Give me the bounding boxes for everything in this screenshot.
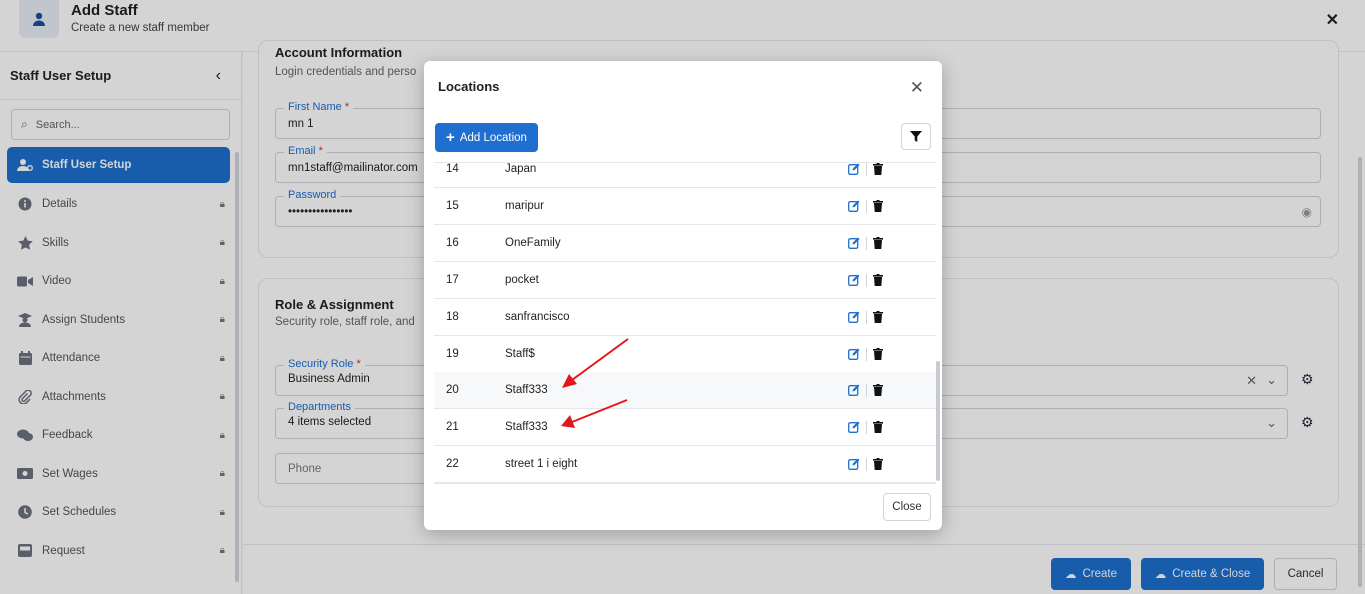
row-id: 17 xyxy=(446,274,459,286)
edit-icon[interactable] xyxy=(848,200,860,212)
trash-icon[interactable] xyxy=(873,421,883,433)
action-divider xyxy=(866,236,867,250)
trash-icon[interactable] xyxy=(873,458,883,470)
row-actions xyxy=(848,273,883,287)
action-divider xyxy=(866,163,867,176)
trash-icon[interactable] xyxy=(873,163,883,175)
row-actions xyxy=(848,199,883,213)
row-name: Staff333 xyxy=(505,384,548,396)
close-icon[interactable]: ✕ xyxy=(910,78,924,98)
row-id: 16 xyxy=(446,237,459,249)
edit-icon[interactable] xyxy=(848,384,860,396)
filter-button[interactable] xyxy=(901,123,931,150)
action-divider xyxy=(866,310,867,324)
table-row[interactable]: 16 OneFamily xyxy=(434,225,936,262)
action-divider xyxy=(866,273,867,287)
edit-icon[interactable] xyxy=(848,458,860,470)
table-row[interactable]: 21 Staff333 xyxy=(434,409,936,446)
row-name: sanfrancisco xyxy=(505,311,570,323)
trash-icon[interactable] xyxy=(873,384,883,396)
action-divider xyxy=(866,383,867,397)
table-row[interactable]: 17 pocket xyxy=(434,262,936,299)
edit-icon[interactable] xyxy=(848,274,860,286)
row-id: 19 xyxy=(446,348,459,360)
locations-modal: Locations ✕ + Add Location 14 Japan 15 m… xyxy=(424,61,942,530)
row-id: 22 xyxy=(446,458,459,470)
modal-title: Locations xyxy=(438,79,500,94)
row-id: 20 xyxy=(446,384,459,396)
table-row[interactable]: 19 Staff$ xyxy=(434,336,936,373)
trash-icon[interactable] xyxy=(873,311,883,323)
action-divider xyxy=(866,347,867,361)
trash-icon[interactable] xyxy=(873,237,883,249)
modal-close-button[interactable]: Close xyxy=(883,493,931,521)
close-label: Close xyxy=(892,501,922,513)
row-name: street 1 i eight xyxy=(505,458,578,470)
edit-icon[interactable] xyxy=(848,348,860,360)
row-id: 18 xyxy=(446,311,459,323)
edit-icon[interactable] xyxy=(848,163,860,175)
table-row[interactable]: 20 Staff333 xyxy=(434,372,936,409)
edit-icon[interactable] xyxy=(848,421,860,433)
action-divider xyxy=(866,199,867,213)
trash-icon[interactable] xyxy=(873,348,883,360)
table-scrollbar[interactable] xyxy=(936,361,940,481)
table-row[interactable]: 18 sanfrancisco xyxy=(434,299,936,336)
row-actions xyxy=(848,163,883,176)
row-name: OneFamily xyxy=(505,237,561,249)
row-name: pocket xyxy=(505,274,539,286)
action-divider xyxy=(866,457,867,471)
trash-icon[interactable] xyxy=(873,200,883,212)
row-actions xyxy=(848,457,883,471)
locations-table: 14 Japan 15 maripur 16 OneFamily 17 pock… xyxy=(434,162,936,484)
filter-icon xyxy=(910,131,922,142)
add-location-button[interactable]: + Add Location xyxy=(435,123,538,152)
row-actions xyxy=(848,347,883,361)
row-name: maripur xyxy=(505,200,544,212)
table-row[interactable]: 22 street 1 i eight xyxy=(434,446,936,483)
row-id: 21 xyxy=(446,421,459,433)
row-name: Japan xyxy=(505,163,537,175)
row-actions xyxy=(848,383,883,397)
table-row[interactable]: 15 maripur xyxy=(434,188,936,225)
row-id: 14 xyxy=(446,163,459,175)
row-name: Staff333 xyxy=(505,421,548,433)
plus-icon: + xyxy=(446,129,455,146)
row-id: 15 xyxy=(446,200,459,212)
edit-icon[interactable] xyxy=(848,311,860,323)
row-actions xyxy=(848,236,883,250)
table-row[interactable]: 14 Japan xyxy=(434,163,936,188)
row-actions xyxy=(848,420,883,434)
action-divider xyxy=(866,420,867,434)
row-actions xyxy=(848,310,883,324)
row-name: Staff$ xyxy=(505,348,535,360)
edit-icon[interactable] xyxy=(848,237,860,249)
trash-icon[interactable] xyxy=(873,274,883,286)
add-location-label: Add Location xyxy=(459,131,527,144)
